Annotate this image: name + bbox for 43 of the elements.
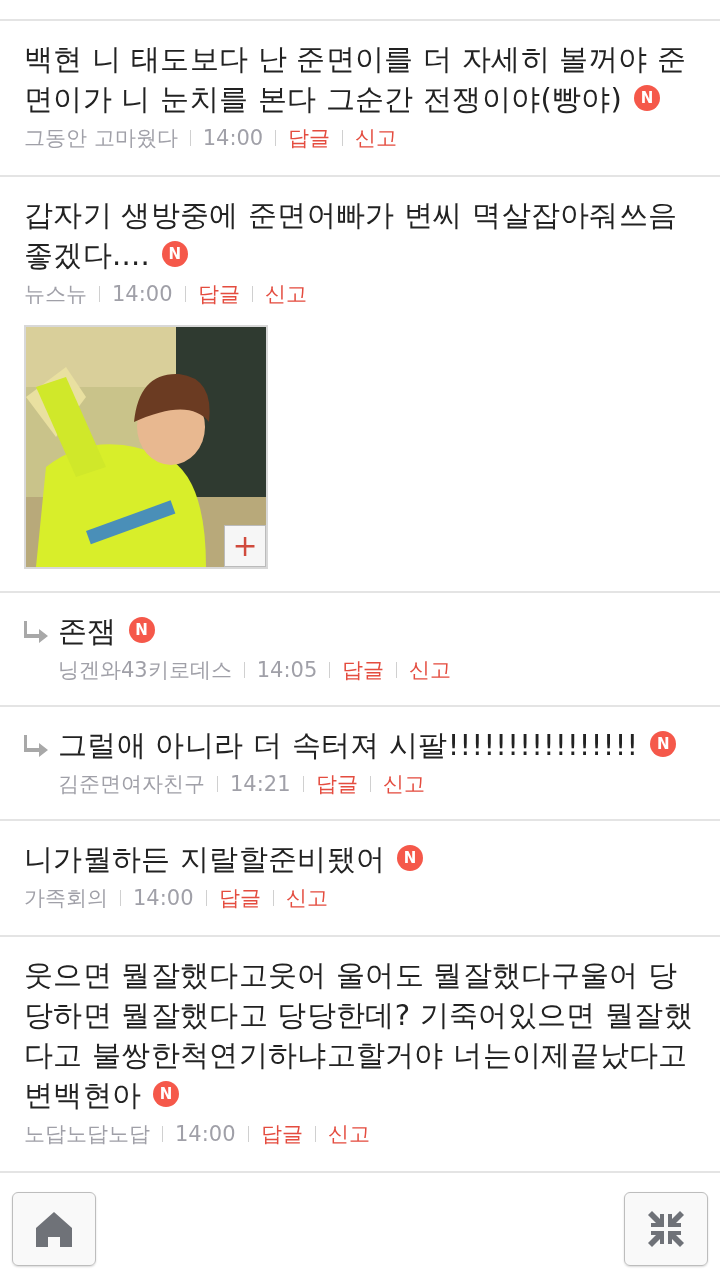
comment-time: 14:00: [175, 1121, 236, 1148]
comment-time: 14:05: [256, 657, 318, 684]
author-name: 김준면여자친구: [58, 771, 205, 798]
new-badge: N: [153, 1081, 180, 1107]
collapse-icon: [646, 1209, 686, 1249]
reply-link[interactable]: 답글: [288, 121, 331, 155]
author-name: 뉴스뉴: [24, 281, 87, 308]
new-badge: N: [634, 85, 661, 111]
report-link[interactable]: 신고: [355, 121, 398, 155]
comment-text: 백현 니 태도보다 난 준면이를 더 자세히 볼꺼야 준면이가 니 눈치를 본다 그순간 전쟁이야(빵야) N: [24, 41, 688, 118]
author-name: 닝겐와43키로데스: [58, 657, 232, 684]
reply-link[interactable]: 답글: [197, 277, 240, 311]
author-name: 노답노답노답: [24, 1121, 150, 1148]
new-badge: N: [128, 617, 155, 643]
author-name: 그동안 고마웠다: [24, 125, 178, 152]
new-badge: N: [397, 845, 424, 871]
comment-text: 니가뭘하든 지랄할준비됐어 N: [24, 839, 696, 879]
new-badge: N: [162, 241, 188, 267]
collapse-button[interactable]: [624, 1192, 708, 1266]
comment-text: 존잼 N: [58, 611, 696, 651]
report-link[interactable]: 신고: [264, 277, 307, 311]
author-name: 가족회의: [24, 885, 108, 912]
reply-arrow-icon: [24, 733, 50, 757]
comment-text: 그럴애 아니라 더 속터져 시팔!!!!!!!!!!!!!!!! N: [58, 725, 696, 765]
comment-text: 웃으면 뭘잘했다고웃어 울어도 뭘잘했다구울어 당당하면 뭘잘했다고 당당한데? 기죽어있으면 뭘잘했다고 불쌍한척연기하냐고할거야 너는이제끝났다고 변백현아 N: [24, 957, 695, 1114]
report-link[interactable]: 신고: [285, 881, 328, 915]
home-icon: [34, 1209, 74, 1249]
reply-link[interactable]: 답글: [315, 767, 358, 801]
home-button[interactable]: [12, 1192, 96, 1266]
reply-link[interactable]: 답글: [218, 881, 261, 915]
reply-arrow-icon: [24, 619, 50, 643]
comment-time: 14:21: [230, 771, 291, 798]
report-link[interactable]: 신고: [382, 767, 425, 801]
new-badge: N: [650, 731, 677, 757]
comment-time: 14:00: [202, 125, 264, 152]
comment-text: 갑자기 생방중에 준면어빠가 변씨 멱살잡아줘쓰음 좋겠다.... N: [24, 197, 679, 274]
comment-time: 14:00: [112, 281, 173, 308]
reply-link[interactable]: 답글: [342, 653, 385, 687]
report-link[interactable]: 신고: [327, 1117, 370, 1151]
report-link[interactable]: 신고: [409, 653, 452, 687]
comment-time: 14:00: [133, 885, 194, 912]
reply-link[interactable]: 답글: [260, 1117, 303, 1151]
expand-button[interactable]: +: [224, 525, 266, 567]
